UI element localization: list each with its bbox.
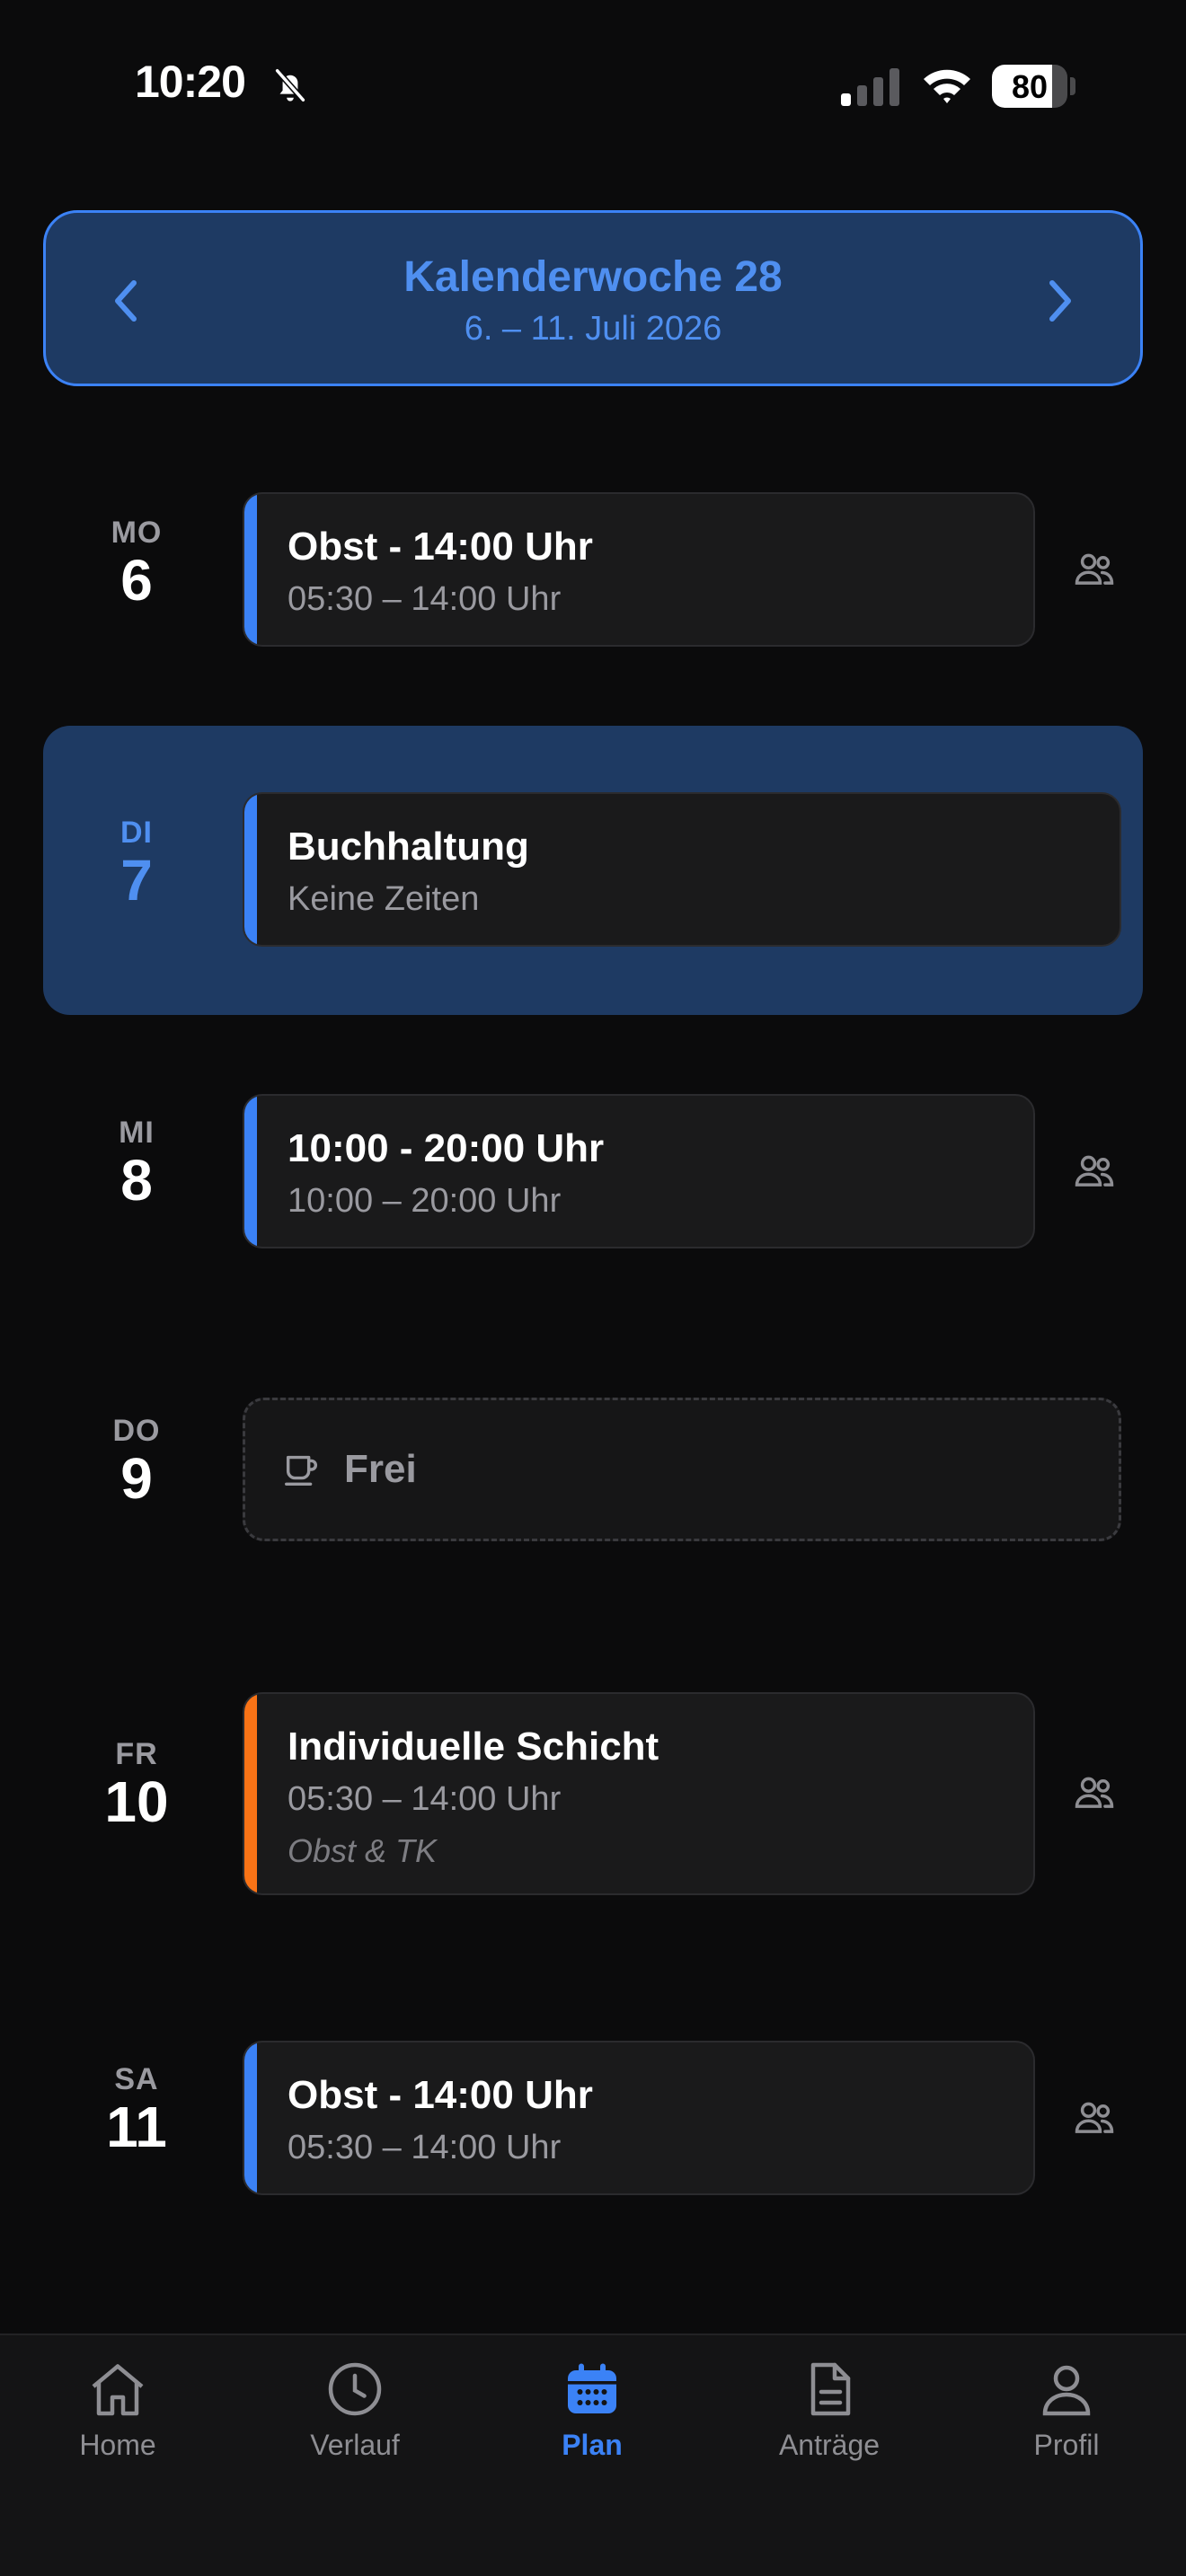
- battery-nub: [1070, 77, 1075, 95]
- shift-title: Obst - 14:00 Uhr: [288, 525, 593, 569]
- tab-verlauf[interactable]: Verlauf: [256, 2357, 454, 2462]
- shift-card[interactable]: Buchhaltung Keine Zeiten: [243, 792, 1121, 947]
- tab-home[interactable]: Home: [19, 2357, 217, 2462]
- day-abbr: MI: [119, 1116, 155, 1150]
- day-number: 10: [104, 1769, 169, 1834]
- tab-label: Plan: [562, 2429, 623, 2461]
- tab-antraege[interactable]: Anträge: [730, 2357, 928, 2462]
- tab-label: Profil: [1033, 2429, 1100, 2461]
- document-icon: [810, 2362, 851, 2416]
- tab-plan[interactable]: Plan: [493, 2357, 691, 2462]
- day-abbr: DO: [112, 1414, 161, 1448]
- day-off-card: Frei: [243, 1398, 1121, 1541]
- day-number: 8: [120, 1148, 153, 1213]
- week-title: Kalenderwoche 28: [403, 253, 783, 301]
- clock-icon: [328, 2362, 382, 2416]
- team-icon[interactable]: [1071, 2095, 1118, 2141]
- tab-profil[interactable]: Profil: [968, 2357, 1165, 2462]
- shift-time: 05:30 – 14:00 Uhr: [288, 1780, 562, 1818]
- day-label-fr: FR 10: [72, 1737, 201, 1832]
- shift-time: Keine Zeiten: [288, 880, 480, 918]
- day-label-do: DO 9: [72, 1414, 201, 1509]
- home-icon: [92, 2364, 144, 2416]
- bottom-tab-bar: Home Verlauf Plan Anträge Profil: [0, 2333, 1186, 2576]
- week-selector: Kalenderwoche 28 6. – 11. Juli 2026: [43, 210, 1143, 386]
- status-time: 10:20: [135, 57, 246, 107]
- shift-title: Individuelle Schicht: [288, 1725, 659, 1769]
- wifi-icon: [924, 69, 970, 103]
- day-abbr: DI: [120, 816, 153, 850]
- team-icon[interactable]: [1071, 1148, 1118, 1195]
- tab-label: Anträge: [778, 2429, 881, 2461]
- tab-label: Verlauf: [310, 2429, 400, 2461]
- day-abbr: MO: [111, 516, 163, 550]
- day-off-label: Frei: [344, 1447, 417, 1491]
- shift-time: 05:30 – 14:00 Uhr: [288, 580, 562, 618]
- team-icon[interactable]: [1071, 1769, 1118, 1816]
- chevron-right-icon: [1049, 280, 1071, 322]
- day-number: 11: [106, 2095, 167, 2159]
- shift-card[interactable]: Individuelle Schicht 05:30 – 14:00 Uhr O…: [243, 1692, 1035, 1895]
- day-abbr: FR: [115, 1737, 158, 1771]
- calendar-icon: [568, 2363, 616, 2413]
- day-label-di: DI 7: [72, 816, 201, 911]
- shift-accent-bar: [244, 494, 257, 645]
- tab-label: Home: [79, 2429, 156, 2461]
- week-date-range: 6. – 11. Juli 2026: [464, 310, 722, 348]
- person-icon: [1042, 2365, 1091, 2416]
- shift-title: Obst - 14:00 Uhr: [288, 2073, 593, 2117]
- shift-accent-bar: [244, 1096, 257, 1247]
- battery-indicator: 80: [992, 65, 1067, 108]
- day-number: 6: [120, 548, 153, 613]
- day-label-sa: SA 11: [72, 2062, 201, 2157]
- cellular-signal-icon: [841, 68, 899, 106]
- day-label-mo: MO 6: [72, 516, 201, 611]
- day-abbr: SA: [114, 2062, 159, 2096]
- shift-accent-bar: [244, 794, 257, 945]
- shift-time: 05:30 – 14:00 Uhr: [288, 2129, 562, 2166]
- shift-title: 10:00 - 20:00 Uhr: [288, 1126, 605, 1170]
- day-number: 7: [120, 848, 153, 913]
- day-number: 9: [120, 1446, 153, 1511]
- shift-card[interactable]: Obst - 14:00 Uhr 05:30 – 14:00 Uhr: [243, 2041, 1035, 2195]
- battery-percent: 80: [1011, 68, 1049, 105]
- shift-note: Obst & TK: [288, 1832, 438, 1869]
- shift-card[interactable]: 10:00 - 20:00 Uhr 10:00 – 20:00 Uhr: [243, 1094, 1035, 1248]
- shift-card[interactable]: Obst - 14:00 Uhr 05:30 – 14:00 Uhr: [243, 492, 1035, 647]
- shift-title: Buchhaltung: [288, 825, 529, 869]
- shift-time: 10:00 – 20:00 Uhr: [288, 1182, 562, 1220]
- team-icon[interactable]: [1071, 546, 1118, 593]
- coffee-cup-icon: [285, 1455, 317, 1486]
- screen: 10:20 80 Kalenderwoche 28 6. – 11. Juli …: [0, 0, 1186, 2576]
- shift-accent-bar: [244, 1694, 257, 1893]
- bell-muted-icon: [275, 68, 305, 102]
- shift-accent-bar: [244, 2042, 257, 2193]
- day-label-mi: MI 8: [72, 1116, 201, 1211]
- next-week-button[interactable]: [1014, 256, 1104, 346]
